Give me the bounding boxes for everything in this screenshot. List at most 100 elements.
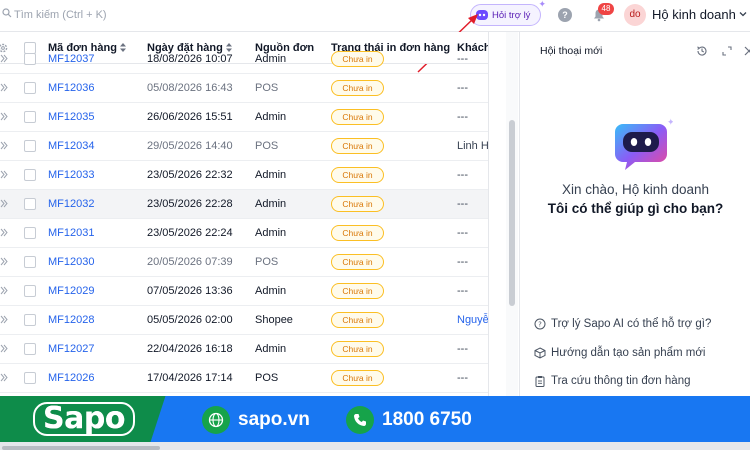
print-status-badge: Chưa in bbox=[331, 312, 384, 328]
row-checkbox[interactable] bbox=[24, 343, 36, 355]
customer-name: --- bbox=[457, 198, 468, 210]
row-checkbox[interactable] bbox=[24, 227, 36, 239]
table-row[interactable]: MF12036 05/08/2026 16:43 POS Chưa in --- bbox=[0, 74, 488, 103]
vertical-scrollbar[interactable] bbox=[509, 120, 515, 306]
order-code-link[interactable]: MF12030 bbox=[48, 256, 94, 268]
sapo-logo: Sapo bbox=[30, 401, 138, 437]
table-row[interactable]: MF12031 23/05/2026 22:24 Admin Chưa in --- bbox=[0, 219, 488, 248]
suggestion-create-product[interactable]: Hướng dẫn tạo sản phẩm mới bbox=[534, 347, 705, 359]
order-date: 18/08/2026 10:07 bbox=[147, 53, 233, 65]
expand-row-icon[interactable] bbox=[0, 199, 8, 208]
expand-row-icon[interactable] bbox=[0, 344, 8, 353]
greeting-line-2: Tôi có thể giúp gì cho bạn? bbox=[547, 201, 724, 216]
expand-row-icon[interactable] bbox=[0, 141, 8, 150]
order-source: Admin bbox=[255, 169, 287, 181]
svg-text:✦: ✦ bbox=[667, 118, 673, 128]
search-input[interactable] bbox=[14, 7, 214, 23]
table-row[interactable]: MF12026 17/04/2026 17:14 POS Chưa in --- bbox=[0, 364, 488, 393]
row-checkbox[interactable] bbox=[24, 140, 36, 152]
table-row[interactable]: MF12027 22/04/2026 16:18 Admin Chưa in --- bbox=[0, 335, 488, 364]
table-row[interactable]: MF12035 26/06/2026 15:51 Admin Chưa in --- bbox=[0, 103, 488, 132]
order-code-link[interactable]: MF12032 bbox=[48, 198, 94, 210]
customer-name: --- bbox=[457, 111, 468, 123]
row-checkbox[interactable] bbox=[24, 111, 36, 123]
order-date: 17/04/2026 17:14 bbox=[147, 372, 233, 384]
history-icon[interactable] bbox=[696, 45, 708, 57]
table-row[interactable]: MF12037 18/08/2026 10:07 Admin Chưa in --- bbox=[0, 45, 488, 74]
table-row[interactable]: MF12029 07/05/2026 13:36 Admin Chưa in --- bbox=[0, 277, 488, 306]
customer-name: --- bbox=[457, 82, 468, 94]
row-checkbox[interactable] bbox=[24, 314, 36, 326]
customer-name: --- bbox=[457, 227, 468, 239]
expand-icon[interactable] bbox=[722, 46, 732, 56]
order-code-link[interactable]: MF12031 bbox=[48, 227, 94, 239]
order-date: 07/05/2026 13:36 bbox=[147, 285, 233, 297]
chevron-down-icon[interactable] bbox=[738, 9, 748, 19]
table-row[interactable]: MF12034 29/05/2026 14:40 POS Chưa in Linh H bbox=[0, 132, 488, 161]
assistant-panel: Hội thoại mới ✦ Xin chào, Hộ kinh doanh … bbox=[519, 32, 750, 450]
expand-row-icon[interactable] bbox=[0, 373, 8, 382]
customer-name: --- bbox=[457, 372, 468, 384]
expand-row-icon[interactable] bbox=[0, 170, 8, 179]
suggestion-order-lookup[interactable]: Tra cứu thông tin đơn hàng bbox=[534, 375, 690, 387]
panel-title: Hội thoại mới bbox=[540, 45, 603, 57]
assistant-bot-icon: ✦ bbox=[615, 118, 673, 170]
order-code-link[interactable]: MF12037 bbox=[48, 53, 94, 65]
customer-name: --- bbox=[457, 343, 468, 355]
search-icon bbox=[2, 8, 12, 18]
print-status-badge: Chưa in bbox=[331, 370, 384, 386]
order-date: 23/05/2026 22:28 bbox=[147, 198, 233, 210]
table-row[interactable]: MF12032 23/05/2026 22:28 Admin Chưa in --- bbox=[0, 190, 488, 219]
order-code-link[interactable]: MF12028 bbox=[48, 314, 94, 326]
expand-row-icon[interactable] bbox=[0, 54, 8, 63]
close-icon[interactable] bbox=[744, 46, 750, 56]
top-bar: Hỏi trợ lý ✦ ? 48 do Hộ kinh doanh bbox=[0, 0, 750, 73]
avatar[interactable]: do bbox=[624, 4, 646, 26]
order-source: Admin bbox=[255, 198, 287, 210]
expand-row-icon[interactable] bbox=[0, 112, 8, 121]
table-row[interactable]: MF12033 23/05/2026 22:32 Admin Chưa in --- bbox=[0, 161, 488, 190]
website-text[interactable]: sapo.vn bbox=[238, 409, 310, 431]
clipboard-icon bbox=[535, 376, 545, 387]
order-code-link[interactable]: MF12035 bbox=[48, 111, 94, 123]
order-code-link[interactable]: MF12033 bbox=[48, 169, 94, 181]
divider bbox=[488, 32, 489, 450]
row-checkbox[interactable] bbox=[24, 169, 36, 181]
row-checkbox[interactable] bbox=[24, 53, 36, 65]
order-code-link[interactable]: MF12036 bbox=[48, 82, 94, 94]
print-status-badge: Chưa in bbox=[331, 196, 384, 212]
expand-row-icon[interactable] bbox=[0, 257, 8, 266]
horizontal-scrollbar[interactable] bbox=[2, 446, 160, 450]
print-status-badge: Chưa in bbox=[331, 51, 384, 67]
expand-row-icon[interactable] bbox=[0, 315, 8, 324]
hotline-text[interactable]: 1800 6750 bbox=[382, 409, 472, 431]
order-date: 22/04/2026 16:18 bbox=[147, 343, 233, 355]
customer-name[interactable]: Linh H bbox=[457, 140, 488, 152]
order-source: Admin bbox=[255, 227, 287, 239]
print-status-badge: Chưa in bbox=[331, 109, 384, 125]
row-checkbox[interactable] bbox=[24, 372, 36, 384]
print-status-badge: Chưa in bbox=[331, 167, 384, 183]
order-code-link[interactable]: MF12029 bbox=[48, 285, 94, 297]
table-row[interactable]: MF12030 20/05/2026 07:39 POS Chưa in --- bbox=[0, 248, 488, 277]
expand-row-icon[interactable] bbox=[0, 83, 8, 92]
customer-name[interactable]: Nguyễ bbox=[457, 314, 488, 326]
order-code-link[interactable]: MF12026 bbox=[48, 372, 94, 384]
order-date: 29/05/2026 14:40 bbox=[147, 140, 233, 152]
help-icon[interactable]: ? bbox=[558, 8, 572, 22]
table-row[interactable]: MF12028 05/05/2026 02:00 Shopee Chưa in Nguy… bbox=[0, 306, 488, 335]
row-checkbox[interactable] bbox=[24, 285, 36, 297]
row-checkbox[interactable] bbox=[24, 256, 36, 268]
row-checkbox[interactable] bbox=[24, 198, 36, 210]
phone-icon bbox=[346, 406, 374, 434]
order-date: 23/05/2026 22:24 bbox=[147, 227, 233, 239]
expand-row-icon[interactable] bbox=[0, 228, 8, 237]
print-status-badge: Chưa in bbox=[331, 138, 384, 154]
expand-row-icon[interactable] bbox=[0, 286, 8, 295]
order-code-link[interactable]: MF12034 bbox=[48, 140, 94, 152]
notification-badge: 48 bbox=[598, 3, 614, 15]
row-checkbox[interactable] bbox=[24, 82, 36, 94]
order-code-link[interactable]: MF12027 bbox=[48, 343, 94, 355]
store-name[interactable]: Hộ kinh doanh bbox=[652, 7, 736, 22]
suggestion-capabilities[interactable]: ? Trợ lý Sapo AI có thể hỗ trợ gì? bbox=[534, 318, 711, 330]
